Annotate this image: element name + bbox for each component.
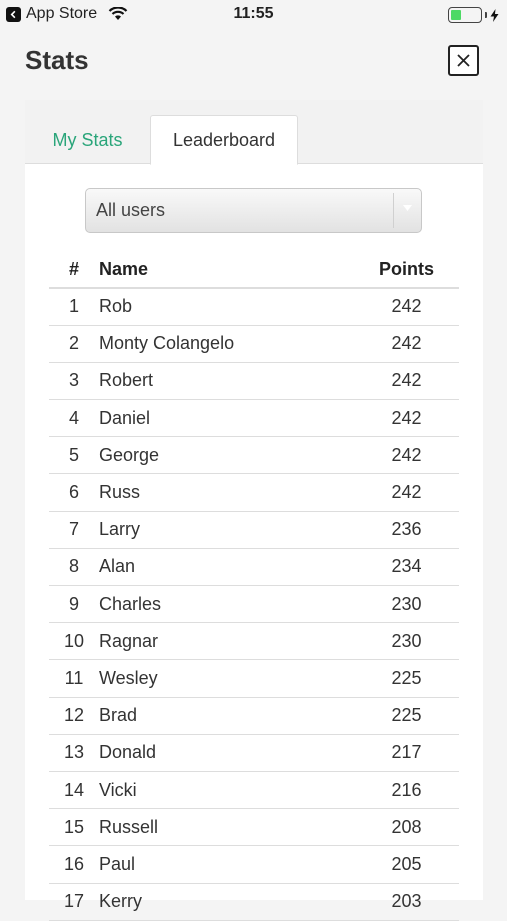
- row-rank: 3: [49, 362, 99, 401]
- table-row: 2 Monty Colangelo 242: [49, 325, 459, 363]
- table-row: 16 Paul 205: [49, 845, 459, 884]
- row-name: Paul: [99, 845, 354, 884]
- row-name: Rob: [99, 288, 354, 326]
- row-points: 242: [354, 473, 459, 512]
- table-row: 6 Russ 242: [49, 473, 459, 512]
- table-row: 15 Russell 208: [49, 808, 459, 847]
- row-rank: 13: [49, 734, 99, 772]
- table-row: 14 Vicki 216: [49, 771, 459, 810]
- table-row: 12 Brad 225: [49, 697, 459, 735]
- row-name: Ragnar: [99, 622, 354, 661]
- row-points: 236: [354, 511, 459, 549]
- table-row: 1 Rob 242: [49, 288, 459, 326]
- row-rank: 7: [49, 511, 99, 549]
- battery-nub: [485, 12, 487, 18]
- row-rank: 12: [49, 697, 99, 735]
- table-row: 10 Ragnar 230: [49, 622, 459, 661]
- row-points: 208: [354, 808, 459, 847]
- row-rank: 15: [49, 808, 99, 847]
- row-rank: 14: [49, 771, 99, 810]
- row-rank: 17: [49, 883, 99, 921]
- column-header-rank: #: [49, 252, 99, 289]
- table-row: 5 George 242: [49, 436, 459, 475]
- battery-level: [451, 10, 461, 20]
- table-header-row: # Name Points: [49, 252, 459, 289]
- table-row: 9 Charles 230: [49, 585, 459, 624]
- row-rank: 16: [49, 845, 99, 884]
- caret-down-icon: [403, 205, 412, 211]
- header: Stats: [0, 30, 507, 100]
- row-name: Brad: [99, 697, 354, 735]
- row-name: Wesley: [99, 659, 354, 698]
- row-points: 230: [354, 622, 459, 661]
- select-divider: [393, 193, 394, 228]
- table-row: 13 Donald 217: [49, 734, 459, 772]
- row-points: 242: [354, 325, 459, 363]
- row-points: 205: [354, 845, 459, 884]
- row-rank: 8: [49, 548, 99, 587]
- leaderboard-table: # Name Points 1 Rob 242 2 Monty Colangelo 242…: [49, 252, 459, 921]
- row-rank: 4: [49, 399, 99, 438]
- row-name: Monty Colangelo: [99, 325, 354, 363]
- row-name: Daniel: [99, 399, 354, 438]
- row-name: Charles: [99, 585, 354, 624]
- column-header-name: Name: [99, 252, 354, 289]
- row-points: 242: [354, 436, 459, 475]
- row-points: 242: [354, 288, 459, 326]
- column-header-points: Points: [354, 252, 459, 289]
- row-points: 217: [354, 734, 459, 772]
- row-rank: 2: [49, 325, 99, 363]
- row-name: Russell: [99, 808, 354, 847]
- table-row: 17 Kerry 203: [49, 883, 459, 921]
- row-rank: 1: [49, 288, 99, 326]
- table-row: 8 Alan 234: [49, 548, 459, 587]
- tab-my-stats[interactable]: My Stats: [25, 115, 150, 165]
- status-time: 11:55: [233, 5, 274, 22]
- row-name: Larry: [99, 511, 354, 549]
- row-name: George: [99, 436, 354, 475]
- row-rank: 5: [49, 436, 99, 475]
- row-points: 216: [354, 771, 459, 810]
- row-points: 230: [354, 585, 459, 624]
- row-rank: 9: [49, 585, 99, 624]
- row-points: 234: [354, 548, 459, 587]
- user-filter-select[interactable]: All users: [85, 188, 422, 233]
- row-name: Russ: [99, 473, 354, 512]
- table-row: 4 Daniel 242: [49, 399, 459, 438]
- row-name: Alan: [99, 548, 354, 587]
- row-points: 225: [354, 659, 459, 698]
- tab-strip: My Stats Leaderboard: [25, 100, 483, 165]
- row-points: 225: [354, 697, 459, 735]
- table-row: 11 Wesley 225: [49, 659, 459, 698]
- bolt-icon: [490, 8, 499, 22]
- row-points: 242: [354, 362, 459, 401]
- table-row: 7 Larry 236: [49, 511, 459, 549]
- leaderboard-body: 1 Rob 242 2 Monty Colangelo 242 3 Robert 242 4 Dan…: [49, 288, 459, 921]
- close-icon: [457, 54, 470, 67]
- row-points: 203: [354, 883, 459, 921]
- row-rank: 10: [49, 622, 99, 661]
- row-points: 242: [354, 399, 459, 438]
- close-button[interactable]: [448, 45, 479, 76]
- stats-panel: My Stats Leaderboard All users # Name Po…: [25, 100, 483, 921]
- row-name: Donald: [99, 734, 354, 772]
- table-row: 3 Robert 242: [49, 362, 459, 401]
- row-rank: 11: [49, 659, 99, 698]
- status-bar: App Store 11:55: [0, 0, 507, 30]
- user-filter-value: All users: [96, 200, 166, 220]
- battery-icon: [448, 7, 482, 23]
- tab-leaderboard[interactable]: Leaderboard: [150, 115, 298, 165]
- page-title: Stats: [25, 45, 89, 75]
- row-rank: 6: [49, 473, 99, 512]
- row-name: Robert: [99, 362, 354, 401]
- row-name: Kerry: [99, 883, 354, 921]
- row-name: Vicki: [99, 771, 354, 810]
